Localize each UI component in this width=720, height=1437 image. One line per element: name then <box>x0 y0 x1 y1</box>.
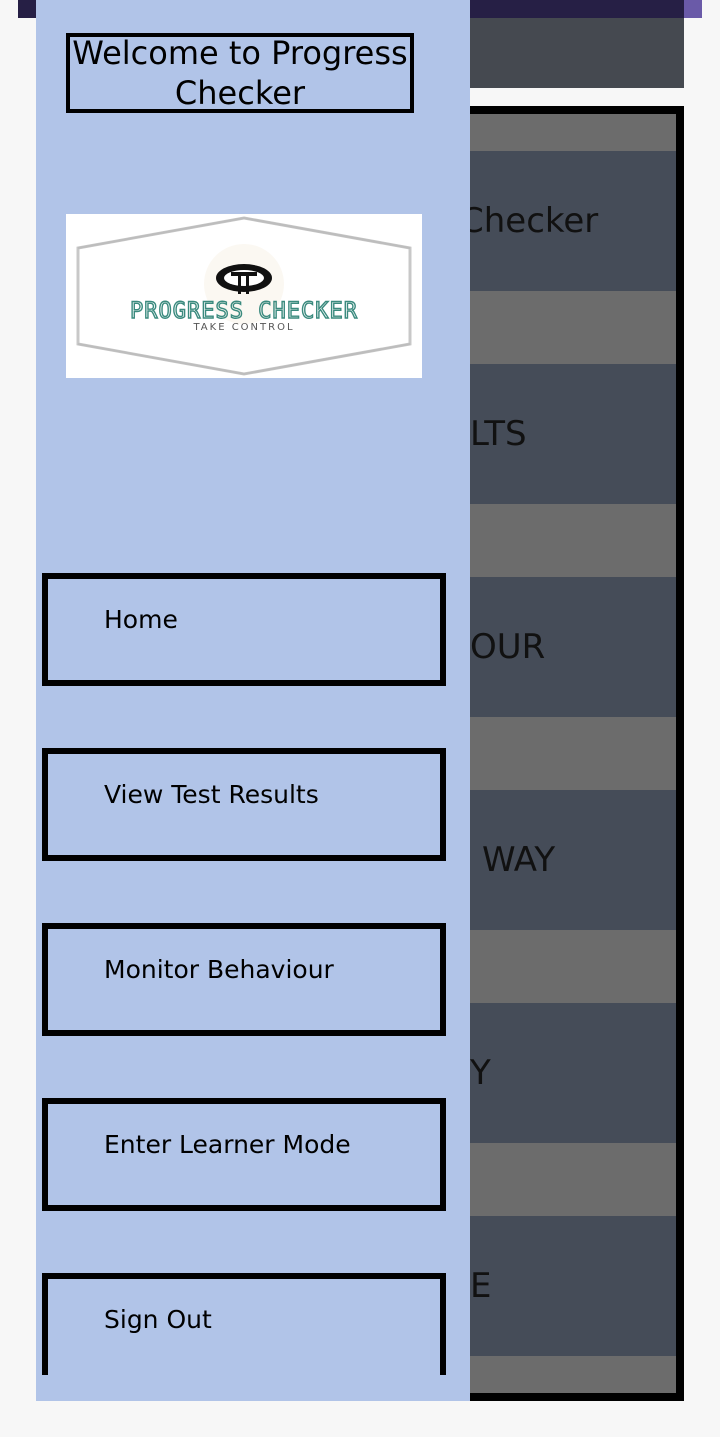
menu-item-home-label: Home <box>104 605 178 634</box>
main-tile-results[interactable]: LTS <box>452 364 676 504</box>
menu-item-view-test-results-label: View Test Results <box>104 780 319 809</box>
main-tile-e-text: E <box>470 1266 492 1306</box>
progress-checker-logo: PROGRESS CHECKER TAKE CONTROL <box>66 214 422 378</box>
main-tile-behaviour-text: OUR <box>470 627 546 667</box>
main-tile-y-text: Y <box>470 1053 491 1093</box>
main-tile-y[interactable]: Y <box>452 1003 676 1143</box>
logo-brand-text: PROGRESS CHECKER <box>130 299 358 324</box>
menu-item-home[interactable]: Home <box>42 573 446 686</box>
main-content-inner: Checker LTS OUR WAY Y E <box>452 114 676 1393</box>
main-tile-behaviour[interactable]: OUR <box>452 577 676 717</box>
navigation-drawer: Welcome to Progress Checker PROGRESS CHE… <box>36 0 470 1401</box>
main-tile-way-text: WAY <box>482 840 556 880</box>
main-tile-results-text: LTS <box>470 414 527 454</box>
drawer-title: Welcome to Progress Checker <box>66 33 414 113</box>
logo-graphic: PROGRESS CHECKER TAKE CONTROL <box>76 216 412 376</box>
menu-item-view-test-results[interactable]: View Test Results <box>42 748 446 861</box>
main-content-panel: Checker LTS OUR WAY Y E <box>452 106 684 1401</box>
menu-item-monitor-behaviour[interactable]: Monitor Behaviour <box>42 923 446 1036</box>
main-tile-way[interactable]: WAY <box>452 790 676 930</box>
menu-item-enter-learner-mode[interactable]: Enter Learner Mode <box>42 1098 446 1211</box>
menu-item-monitor-behaviour-label: Monitor Behaviour <box>104 955 334 984</box>
main-tile-title: Checker <box>452 151 676 291</box>
menu-item-sign-out-label: Sign Out <box>104 1305 212 1334</box>
menu-item-sign-out[interactable]: Sign Out <box>42 1273 446 1375</box>
menu-item-enter-learner-mode-label: Enter Learner Mode <box>104 1130 351 1159</box>
logo-tagline: TAKE CONTROL <box>192 322 294 333</box>
main-tile-e[interactable]: E <box>452 1216 676 1356</box>
main-tile-title-text: Checker <box>460 201 599 241</box>
